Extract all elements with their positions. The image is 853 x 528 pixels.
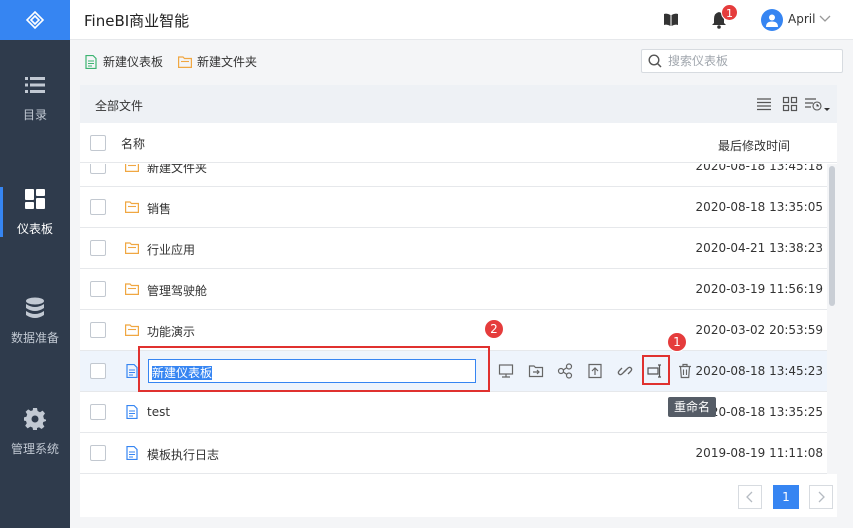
annotation-badge-2: 2 bbox=[484, 319, 504, 339]
dashboard-file-icon bbox=[126, 405, 138, 419]
toolbar: 新建仪表板 新建文件夹 bbox=[70, 40, 853, 84]
row-checkbox[interactable] bbox=[90, 445, 106, 461]
column-name-header[interactable]: 名称 bbox=[121, 135, 145, 152]
folder-icon bbox=[125, 242, 139, 254]
page-current[interactable]: 1 bbox=[773, 485, 799, 509]
row-checkbox[interactable] bbox=[90, 199, 106, 215]
folder-icon bbox=[125, 283, 139, 295]
present-icon[interactable] bbox=[498, 363, 514, 379]
scroll-thumb[interactable] bbox=[829, 166, 835, 306]
new-folder-icon bbox=[178, 55, 192, 68]
new-folder-label: 新建文件夹 bbox=[197, 55, 258, 69]
notification-badge: 1 bbox=[721, 4, 738, 21]
search-input[interactable] bbox=[668, 54, 838, 68]
dashboard-file-icon bbox=[126, 446, 138, 460]
delete-icon[interactable] bbox=[677, 363, 693, 379]
sidebar-item-label: 数据准备 bbox=[10, 330, 59, 345]
chevron-down-icon[interactable] bbox=[819, 14, 831, 24]
table-row[interactable]: 新建文件夹 2020-08-18 13:45:18 bbox=[80, 164, 827, 187]
move-icon[interactable] bbox=[528, 363, 544, 379]
next-page-button[interactable] bbox=[809, 485, 833, 509]
new-dashboard-icon bbox=[85, 54, 97, 69]
link-icon[interactable] bbox=[617, 363, 633, 379]
folder-icon bbox=[125, 201, 139, 213]
user-icon bbox=[766, 14, 778, 27]
avatar[interactable] bbox=[761, 9, 783, 31]
dashboard-file-icon bbox=[126, 364, 138, 378]
database-icon bbox=[24, 297, 46, 319]
sidebar-item-label: 仪表板 bbox=[16, 221, 53, 236]
table-row[interactable]: 行业应用 2020-04-21 13:38:23 bbox=[80, 228, 827, 269]
search-icon bbox=[648, 54, 662, 68]
new-dashboard-label: 新建仪表板 bbox=[103, 55, 164, 69]
file-name[interactable]: 新建文件夹 bbox=[147, 164, 207, 176]
select-all-checkbox[interactable] bbox=[90, 135, 106, 151]
sort-menu-icon[interactable] bbox=[804, 96, 832, 112]
sidebar-item-dashboard[interactable]: 仪表板 bbox=[0, 172, 70, 252]
file-name[interactable]: 管理驾驶舱 bbox=[147, 282, 207, 299]
sidebar: 目录 仪表板 数据准备 管理系统 bbox=[0, 0, 70, 528]
prev-page-button[interactable] bbox=[738, 485, 762, 509]
file-list: 新建文件夹 2020-08-18 13:45:18 销售 2020-08-18 … bbox=[80, 164, 837, 474]
row-checkbox[interactable] bbox=[90, 322, 106, 338]
folder-icon bbox=[125, 324, 139, 336]
modified-time: 2019-08-19 11:11:08 bbox=[695, 446, 823, 460]
sidebar-item-label: 管理系统 bbox=[10, 441, 59, 456]
search-box[interactable] bbox=[641, 49, 843, 73]
top-header: FineBI商业智能 1 April bbox=[70, 0, 853, 40]
row-checkbox[interactable] bbox=[90, 404, 106, 420]
panel-header: 全部文件 bbox=[80, 85, 837, 123]
export-icon[interactable] bbox=[587, 363, 603, 379]
row-checkbox[interactable] bbox=[90, 363, 106, 379]
rename-tooltip: 重命名 bbox=[668, 397, 716, 417]
grid-view-icon[interactable] bbox=[782, 96, 798, 112]
book-icon[interactable] bbox=[663, 12, 679, 28]
table-row[interactable]: 销售 2020-08-18 13:35:05 bbox=[80, 187, 827, 228]
file-name[interactable]: test bbox=[147, 405, 170, 419]
row-checkbox[interactable] bbox=[90, 281, 106, 297]
breadcrumb[interactable]: 全部文件 bbox=[95, 97, 143, 114]
file-name[interactable]: 销售 bbox=[147, 200, 171, 217]
file-name[interactable]: 行业应用 bbox=[147, 241, 195, 258]
sidebar-item-data-prep[interactable]: 数据准备 bbox=[0, 281, 70, 361]
list-icon bbox=[24, 74, 46, 96]
modified-time: 2020-08-18 13:35:05 bbox=[695, 200, 823, 214]
file-panel: 全部文件 名称 最后修改时间 新建文件夹 2020-08-18 13:45:18 bbox=[80, 85, 837, 517]
annotation-box-rename-button bbox=[642, 355, 670, 385]
column-time-header[interactable]: 最后修改时间 bbox=[718, 137, 790, 154]
file-name[interactable]: 模板执行日志 bbox=[147, 446, 219, 463]
scrollbar[interactable] bbox=[827, 164, 837, 474]
dashboard-icon bbox=[24, 188, 46, 210]
modified-time: 2020-03-19 11:56:19 bbox=[695, 282, 823, 296]
chevron-right-icon bbox=[818, 491, 825, 503]
finebi-logo-icon bbox=[25, 10, 45, 30]
column-header: 名称 最后修改时间 bbox=[80, 123, 837, 163]
chevron-left-icon bbox=[746, 491, 753, 503]
modified-time: 2020-08-18 13:45:18 bbox=[695, 164, 823, 173]
modified-time: 2020-03-02 20:53:59 bbox=[695, 323, 823, 337]
modified-time: 2020-04-21 13:38:23 bbox=[695, 241, 823, 255]
row-checkbox[interactable] bbox=[90, 164, 106, 174]
annotation-badge-1: 1 bbox=[667, 332, 687, 352]
folder-icon bbox=[125, 164, 139, 172]
sidebar-item-catalog[interactable]: 目录 bbox=[0, 58, 70, 138]
new-dashboard-button[interactable]: 新建仪表板 bbox=[84, 53, 163, 70]
share-icon[interactable] bbox=[557, 363, 573, 379]
app-title: FineBI商业智能 bbox=[84, 12, 190, 30]
table-row[interactable]: 管理驾驶舱 2020-03-19 11:56:19 bbox=[80, 269, 827, 310]
row-checkbox[interactable] bbox=[90, 240, 106, 256]
modified-time: 2020-08-18 13:45:23 bbox=[695, 364, 823, 378]
sidebar-item-label: 目录 bbox=[22, 107, 47, 122]
user-name[interactable]: April bbox=[788, 12, 815, 26]
annotation-box-rename-input bbox=[138, 346, 490, 392]
gear-icon bbox=[24, 407, 46, 430]
new-folder-button[interactable]: 新建文件夹 bbox=[178, 53, 257, 70]
table-row[interactable]: 功能演示 2020-03-02 20:53:59 bbox=[80, 310, 827, 351]
list-view-icon[interactable] bbox=[756, 96, 772, 112]
table-row[interactable]: 模板执行日志 2019-08-19 11:11:08 bbox=[80, 433, 827, 474]
file-name[interactable]: 功能演示 bbox=[147, 323, 195, 340]
logo[interactable] bbox=[0, 0, 70, 40]
sidebar-item-admin[interactable]: 管理系统 bbox=[0, 392, 70, 472]
